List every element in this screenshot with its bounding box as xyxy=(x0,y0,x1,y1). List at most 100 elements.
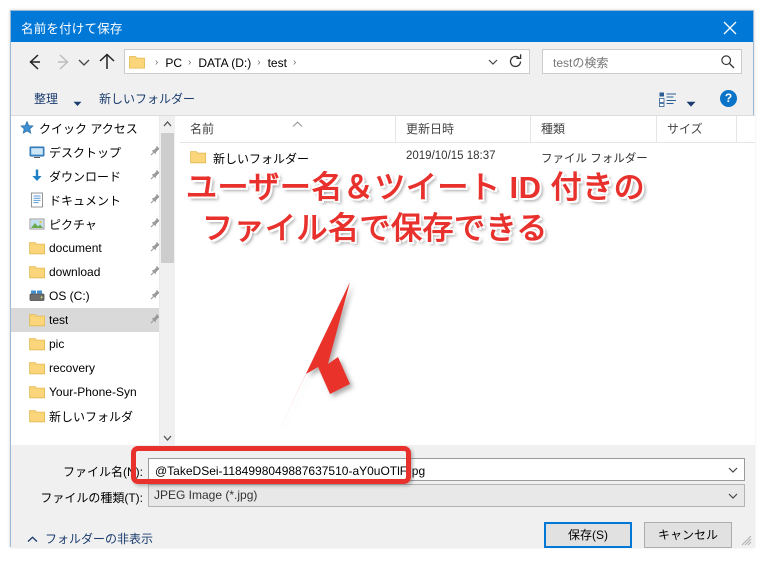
command-toolbar: 整理 新しいフォルダー ? xyxy=(11,82,753,115)
view-caret-down-icon[interactable] xyxy=(686,97,696,111)
column-header-date[interactable]: 更新日時 xyxy=(396,116,531,142)
file-date-cell: 2019/10/15 18:37 xyxy=(406,150,496,162)
sidebar-item-[interactable]: デスクトップ xyxy=(11,140,175,164)
download-icon xyxy=(29,168,45,184)
sidebar-item-your-phone-syn[interactable]: Your-Phone-Syn xyxy=(11,380,175,404)
hide-folders-label: フォルダーの非表示 xyxy=(45,532,154,546)
sidebar-item-download[interactable]: download xyxy=(11,260,175,284)
breadcrumb-item-test[interactable]: test xyxy=(266,56,289,70)
close-icon[interactable] xyxy=(707,11,753,42)
navigation-bar: › PC › DATA (D:) › test › xyxy=(11,42,753,82)
column-header-size[interactable]: サイズ xyxy=(657,116,737,142)
folder-icon xyxy=(29,240,46,256)
breadcrumb-separator: › xyxy=(188,57,192,68)
breadcrumb-item-pc[interactable]: PC xyxy=(163,56,184,70)
sidebar-scrollbar-thumb[interactable] xyxy=(161,133,174,263)
folder-icon xyxy=(29,384,46,400)
document-icon xyxy=(29,192,45,208)
save-as-dialog: 名前を付けて保存 › PC › DATA (D:) › test › testの… xyxy=(10,10,755,548)
file-name-text: 新しいフォルダー xyxy=(213,151,310,166)
breadcrumb-separator: › xyxy=(257,57,261,68)
sidebar-item-label: document xyxy=(49,241,102,255)
cancel-button[interactable]: キャンセル xyxy=(644,522,732,548)
table-row[interactable]: 新しいフォルダー 2019/10/15 18:37 ファイル フォルダー xyxy=(180,143,755,171)
view-layout-icon[interactable] xyxy=(659,92,677,110)
address-chevron-down-icon[interactable] xyxy=(483,50,503,73)
window-title: 名前を付けて保存 xyxy=(21,22,123,36)
scroll-down-chevron-icon[interactable] xyxy=(160,429,175,446)
file-rows: 新しいフォルダー 2019/10/15 18:37 ファイル フォルダー xyxy=(180,143,755,171)
sidebar-item-[interactable]: ピクチャ xyxy=(11,212,175,236)
column-header-name[interactable]: 名前 xyxy=(180,116,396,142)
address-bar[interactable]: › PC › DATA (D:) › test › xyxy=(124,49,530,74)
sidebar-item-test[interactable]: test xyxy=(11,308,175,332)
arrow-left-icon[interactable] xyxy=(23,50,47,74)
column-headers: 名前 更新日時 種類 サイズ xyxy=(180,116,755,143)
filetype-label: ファイルの種類(T): xyxy=(40,491,143,505)
sidebar-item-[interactable]: ドキュメント xyxy=(11,188,175,212)
sidebar-item-label: デスクトップ xyxy=(49,145,122,160)
hide-folders-toggle[interactable]: フォルダーの非表示 xyxy=(27,530,153,547)
folder-icon xyxy=(190,149,207,167)
screenshot-root: 名前を付けて保存 › PC › DATA (D:) › test › testの… xyxy=(0,0,764,568)
sidebar-item-[interactable]: クイック アクセス xyxy=(11,116,175,140)
organize-caret-down-icon[interactable] xyxy=(73,96,82,110)
sidebar-item-label: 新しいフォルダ xyxy=(49,409,134,424)
sidebar-item-label: download xyxy=(49,265,101,279)
save-button[interactable]: 保存(S) xyxy=(544,522,632,548)
folder-icon xyxy=(29,408,46,424)
title-bar: 名前を付けて保存 xyxy=(11,11,753,42)
sidebar-item-[interactable]: ダウンロード xyxy=(11,164,175,188)
search-icon[interactable] xyxy=(720,54,735,72)
folder-icon xyxy=(29,360,46,376)
sidebar-item-document[interactable]: document xyxy=(11,236,175,260)
resize-grip-icon[interactable] xyxy=(740,534,752,546)
arrow-up-icon[interactable] xyxy=(95,50,119,74)
column-header-type[interactable]: 種類 xyxy=(531,116,657,142)
picture-icon xyxy=(29,216,45,232)
dialog-footer: ファイル名(N): ファイルの種類(T): JPEG Image (*.jpg) xyxy=(11,445,755,548)
sidebar-item-label: OS (C:) xyxy=(49,289,90,303)
filetype-value: JPEG Image (*.jpg) xyxy=(154,488,258,502)
chevron-up-icon xyxy=(27,532,38,546)
folder-icon xyxy=(29,312,46,328)
recent-locations-chevron-down-icon[interactable] xyxy=(75,50,93,74)
filename-input[interactable] xyxy=(153,461,717,480)
star-icon xyxy=(19,120,35,136)
breadcrumb-separator: › xyxy=(292,57,297,68)
desktop-icon xyxy=(29,144,45,160)
navigation-pane: クイック アクセス デスクトップ ダウンロード ドキュメント ピクチャ document d… xyxy=(11,116,175,445)
sidebar-item-label: test xyxy=(49,313,69,327)
content-area: クイック アクセス デスクトップ ダウンロード ドキュメント ピクチャ document d… xyxy=(11,115,755,446)
sidebar-item-pic[interactable]: pic xyxy=(11,332,175,356)
filename-combobox[interactable] xyxy=(148,458,745,481)
refresh-icon[interactable] xyxy=(505,50,527,73)
sidebar-item-label: ダウンロード xyxy=(49,169,122,184)
close-glyph xyxy=(723,21,737,35)
breadcrumb-item-data-d[interactable]: DATA (D:) xyxy=(196,56,253,70)
organize-button[interactable]: 整理 xyxy=(34,90,58,107)
filename-chevron-down-icon[interactable] xyxy=(724,459,742,480)
arrow-right-icon xyxy=(51,50,75,74)
file-type-cell: ファイル フォルダー xyxy=(541,153,648,165)
search-input[interactable] xyxy=(551,53,715,72)
filetype-combobox[interactable]: JPEG Image (*.jpg) xyxy=(148,484,745,507)
sidebar-item-recovery[interactable]: recovery xyxy=(11,356,175,380)
folder-icon xyxy=(29,264,46,280)
folder-icon xyxy=(29,336,46,352)
filetype-chevron-down-icon[interactable] xyxy=(724,485,742,506)
sidebar-item-os-c[interactable]: OS (C:) xyxy=(11,284,175,308)
sidebar-item-label: クイック アクセス xyxy=(39,121,138,136)
sidebar-scrollbar[interactable] xyxy=(159,116,175,446)
sidebar-item-label: ドキュメント xyxy=(49,193,122,208)
sort-caret-up-icon xyxy=(292,117,303,131)
breadcrumb: › PC › DATA (D:) › test › xyxy=(151,54,301,71)
sidebar-item-label: ピクチャ xyxy=(49,217,97,232)
folder-icon xyxy=(129,54,145,72)
sidebar-item-[interactable]: 新しいフォルダ xyxy=(11,404,175,428)
scroll-up-chevron-icon[interactable] xyxy=(160,116,175,133)
new-folder-button[interactable]: 新しいフォルダー xyxy=(99,90,195,107)
search-box[interactable] xyxy=(542,49,742,74)
file-name-cell: 新しいフォルダー xyxy=(190,149,309,167)
help-icon[interactable]: ? xyxy=(720,90,737,107)
